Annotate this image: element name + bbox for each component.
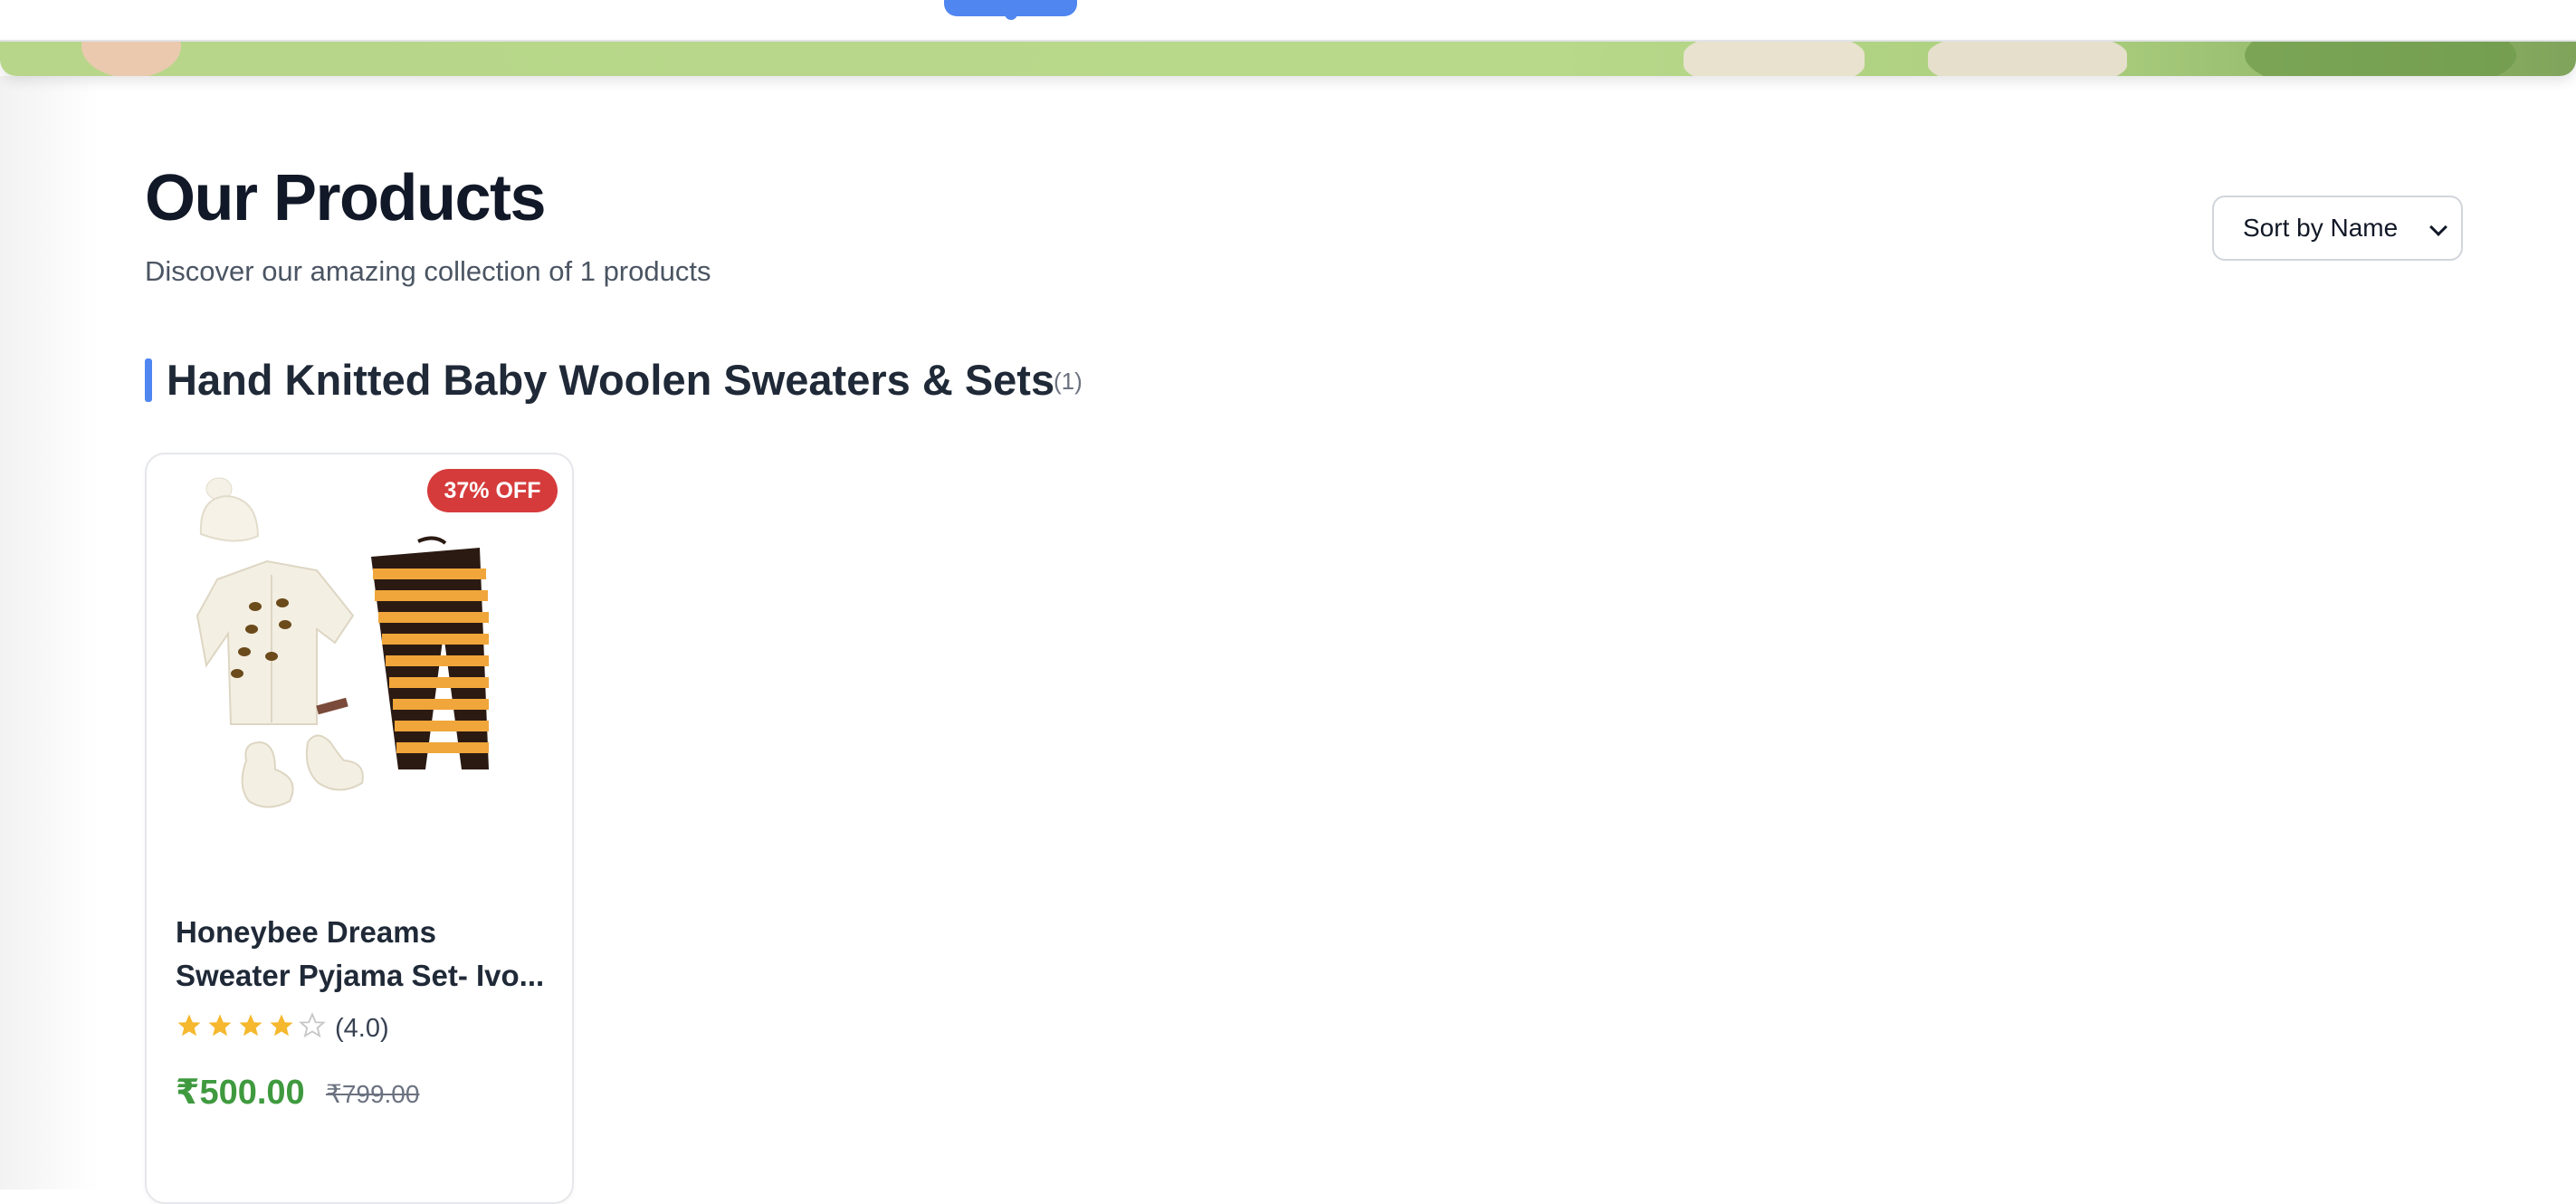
rating-value: (4.0) [335, 1014, 389, 1043]
hero-image-shape [2245, 42, 2516, 76]
product-name-line: Honeybee Dreams [176, 915, 436, 949]
product-name-line: Sweater Pyjama Set- Ivo... [176, 959, 545, 992]
page-title: Our Products [145, 162, 547, 234]
sort-select[interactable]: Sort by Name [2212, 196, 2463, 261]
chevron-down-icon [2429, 218, 2447, 236]
category-accent-bar [145, 358, 152, 402]
left-edge-shadow [0, 76, 100, 1190]
hero-image-shape [81, 42, 181, 76]
page-subtitle: Discover our amazing collection of 1 pro… [145, 255, 711, 287]
rating-stars [176, 1012, 326, 1039]
star-filled-icon [208, 1014, 232, 1037]
hero-image-shape [1684, 42, 1865, 76]
star-empty-icon [299, 1012, 326, 1038]
top-navigation-bar [0, 0, 2576, 42]
star-filled-icon [239, 1014, 262, 1037]
star-filled-icon [177, 1014, 201, 1037]
active-nav-indicator [944, 0, 1077, 20]
discount-badge: 37% OFF [427, 469, 558, 512]
category-title: Hand Knitted Baby Woolen Sweaters & Sets [167, 356, 1055, 404]
star-filled-icon [270, 1014, 293, 1037]
product-name[interactable]: Honeybee Dreams Sweater Pyjama Set- Ivo.… [176, 911, 547, 998]
product-price: ₹500.00 [176, 1074, 305, 1112]
category-count: (1) [1054, 368, 1083, 395]
hero-banner [0, 42, 2576, 76]
product-original-price: ₹799.00 [326, 1080, 420, 1108]
sort-select-value: Sort by Name [2243, 214, 2399, 242]
product-image[interactable] [181, 471, 543, 869]
hero-image-shape [1928, 42, 2127, 76]
